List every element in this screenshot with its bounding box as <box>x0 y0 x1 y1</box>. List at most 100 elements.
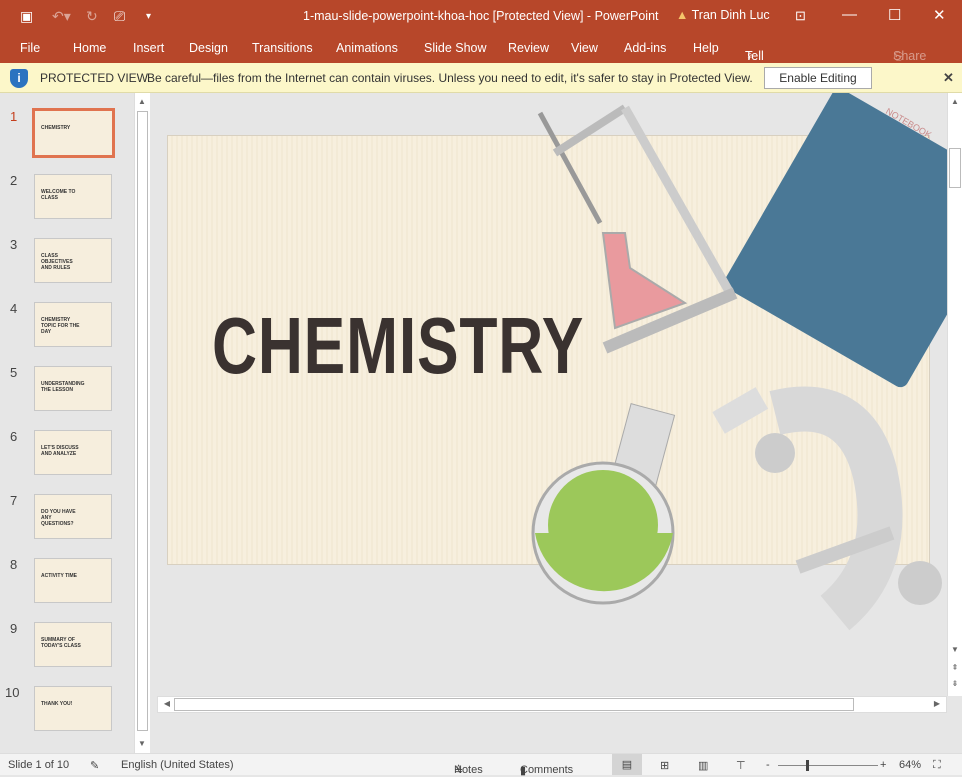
slide-number: 8 <box>10 557 18 572</box>
slide-sorter-icon[interactable]: ⊞ <box>660 759 669 772</box>
user-account[interactable]: ▲ Tran Dinh Luc <box>676 8 770 22</box>
enable-editing-button[interactable]: Enable Editing <box>764 67 872 89</box>
slide-thumbnail[interactable]: CHEMISTRY <box>32 108 115 158</box>
slide-title[interactable]: CHEMISTRY <box>212 300 584 392</box>
zoom-out-button[interactable]: - <box>766 759 770 771</box>
status-bar: Slide 1 of 10 ✎ English (United States) … <box>0 753 962 777</box>
previous-slide-icon[interactable]: ⇞ <box>948 663 962 672</box>
protected-view-label: PROTECTED VIEW <box>40 71 149 85</box>
slide-show-icon[interactable]: ⊤ <box>736 759 746 772</box>
close-button[interactable]: ✕ <box>933 6 946 24</box>
thumbnail-scrollbar[interactable]: ▲ ▼ <box>134 93 150 753</box>
slide-counter: Slide 1 of 10 <box>8 759 70 771</box>
slide-thumbnail[interactable]: WELCOME TO CLASS <box>34 174 112 219</box>
shield-info-icon: i <box>10 69 28 88</box>
tab-animations[interactable]: Animations <box>336 41 398 55</box>
slide-illustrations: NOTEBOOK <box>531 93 947 631</box>
tab-transitions[interactable]: Transitions <box>252 41 313 55</box>
reading-view-icon[interactable]: ▥ <box>698 759 708 772</box>
scroll-thumb[interactable] <box>174 698 854 711</box>
thumbnail-title: SUMMARY OF TODAY'S CLASS <box>41 637 81 649</box>
protected-view-bar: i PROTECTED VIEW Be careful—files from t… <box>0 63 962 93</box>
scroll-up-icon[interactable]: ▲ <box>135 97 149 106</box>
thumbnail-title: UNDERSTANDING THE LESSON <box>41 381 85 393</box>
slide-editing-area: NOTEBOOK CHEMISTRY <box>155 93 947 696</box>
scroll-down-icon[interactable]: ▼ <box>948 645 962 654</box>
scroll-thumb[interactable] <box>949 148 961 188</box>
slide-vertical-scrollbar[interactable]: ▲ ▼ ⇞ ⇟ <box>947 93 962 696</box>
redo-icon[interactable]: ↻ <box>86 8 98 25</box>
slide-number: 3 <box>10 237 18 252</box>
ribbon-display-options-icon[interactable]: ⊡ <box>795 8 806 24</box>
slide-thumbnail[interactable]: DO YOU HAVE ANY QUESTIONS? <box>34 494 112 539</box>
notes-label: Notes <box>454 764 483 776</box>
round-flask-image <box>531 403 676 605</box>
slide-number: 7 <box>10 493 18 508</box>
thumbnail-title: ACTIVITY TIME <box>41 573 78 579</box>
tab-add-ins[interactable]: Add-ins <box>624 41 666 55</box>
spell-check-icon[interactable]: ✎ <box>90 759 99 772</box>
slide-number: 2 <box>10 173 18 188</box>
thumbnail-title: THANK YOU! <box>41 701 73 707</box>
slide-thumbnail[interactable]: CHEMISTRY TOPIC FOR THE DAY <box>34 302 112 347</box>
microscope-image <box>712 386 942 631</box>
zoom-slider[interactable] <box>778 760 878 771</box>
zoom-level[interactable]: 64% <box>899 759 921 771</box>
slide-number: 6 <box>10 429 18 444</box>
tab-home[interactable]: Home <box>73 41 106 55</box>
warning-icon: ▲ <box>676 8 689 22</box>
zoom-slider-thumb[interactable] <box>806 760 809 771</box>
scroll-up-icon[interactable]: ▲ <box>948 97 962 106</box>
thumbnail-title: CHEMISTRY TOPIC FOR THE DAY <box>41 317 80 335</box>
normal-view-icon[interactable]: ▤ <box>612 754 642 775</box>
slide-thumbnail[interactable]: ACTIVITY TIME <box>34 558 112 603</box>
slide-number: 4 <box>10 301 18 316</box>
slide-horizontal-scrollbar[interactable]: ◀ ▶ <box>157 696 947 713</box>
slide-number: 1 <box>10 109 18 124</box>
next-slide-icon[interactable]: ⇟ <box>948 679 962 688</box>
minimize-button[interactable]: — <box>842 6 857 23</box>
slide-thumbnail-pane: 1 CHEMISTRY 2 WELCOME TO CLASS 3 CLASS OBJ… <box>0 93 134 753</box>
maximize-button[interactable]: ☐ <box>888 6 901 24</box>
present-from-start-icon[interactable]: ⎚ <box>114 8 125 25</box>
scroll-down-icon[interactable]: ▼ <box>135 739 149 748</box>
ribbon-tabs: File Home Insert Design Transitions Anim… <box>0 33 962 77</box>
slide-thumbnail[interactable]: CLASS OBJECTIVES AND RULES <box>34 238 112 283</box>
slide-number: 9 <box>10 621 18 636</box>
thumbnail-title: WELCOME TO CLASS <box>41 189 76 201</box>
tab-design[interactable]: Design <box>189 41 228 55</box>
customize-toolbar-icon[interactable]: ▾ <box>146 11 151 22</box>
save-icon[interactable]: ▣ <box>20 8 33 25</box>
slide-number: 10 <box>5 685 20 700</box>
scroll-thumb[interactable] <box>137 111 148 731</box>
thumbnail-title: CLASS OBJECTIVES AND RULES <box>41 253 73 271</box>
title-bar: ▣ ↶▾ ↻ ⎚ ▾ 1-mau-slide-powerpoint-khoa-h… <box>0 0 962 33</box>
window-title: 1-mau-slide-powerpoint-khoa-hoc [Protect… <box>303 9 659 23</box>
tab-insert[interactable]: Insert <box>133 41 164 55</box>
slide-thumbnail[interactable]: LET'S DISCUSS AND ANALYZE <box>34 430 112 475</box>
language-indicator[interactable]: English (United States) <box>121 759 234 771</box>
share-label: Share <box>893 49 927 63</box>
tab-view[interactable]: View <box>571 41 598 55</box>
slide-thumbnail[interactable]: UNDERSTANDING THE LESSON <box>34 366 112 411</box>
comments-label: Comments <box>520 764 574 776</box>
fit-slide-icon[interactable]: ⛶ <box>933 759 941 772</box>
thumbnail-title: DO YOU HAVE ANY QUESTIONS? <box>41 509 76 527</box>
tab-help[interactable]: Help <box>693 41 719 55</box>
protected-view-message: Be careful—files from the Internet can c… <box>147 71 753 85</box>
notebook-image: NOTEBOOK <box>724 93 947 388</box>
tab-slide-show[interactable]: Slide Show <box>424 41 487 55</box>
user-name: Tran Dinh Luc <box>691 8 770 22</box>
close-bar-icon[interactable]: ✕ <box>943 70 954 86</box>
tab-file[interactable]: File <box>20 41 40 55</box>
scroll-left-icon[interactable]: ◀ <box>160 699 174 708</box>
slide-thumbnail[interactable]: SUMMARY OF TODAY'S CLASS <box>34 622 112 667</box>
slide-number: 5 <box>10 365 18 380</box>
thumbnail-title: LET'S DISCUSS AND ANALYZE <box>41 445 79 457</box>
zoom-in-button[interactable]: + <box>880 759 886 771</box>
thumbnail-title: CHEMISTRY <box>41 125 71 131</box>
tab-review[interactable]: Review <box>508 41 549 55</box>
undo-icon[interactable]: ↶▾ <box>52 8 71 25</box>
scroll-right-icon[interactable]: ▶ <box>930 699 944 708</box>
slide-thumbnail[interactable]: THANK YOU! <box>34 686 112 731</box>
